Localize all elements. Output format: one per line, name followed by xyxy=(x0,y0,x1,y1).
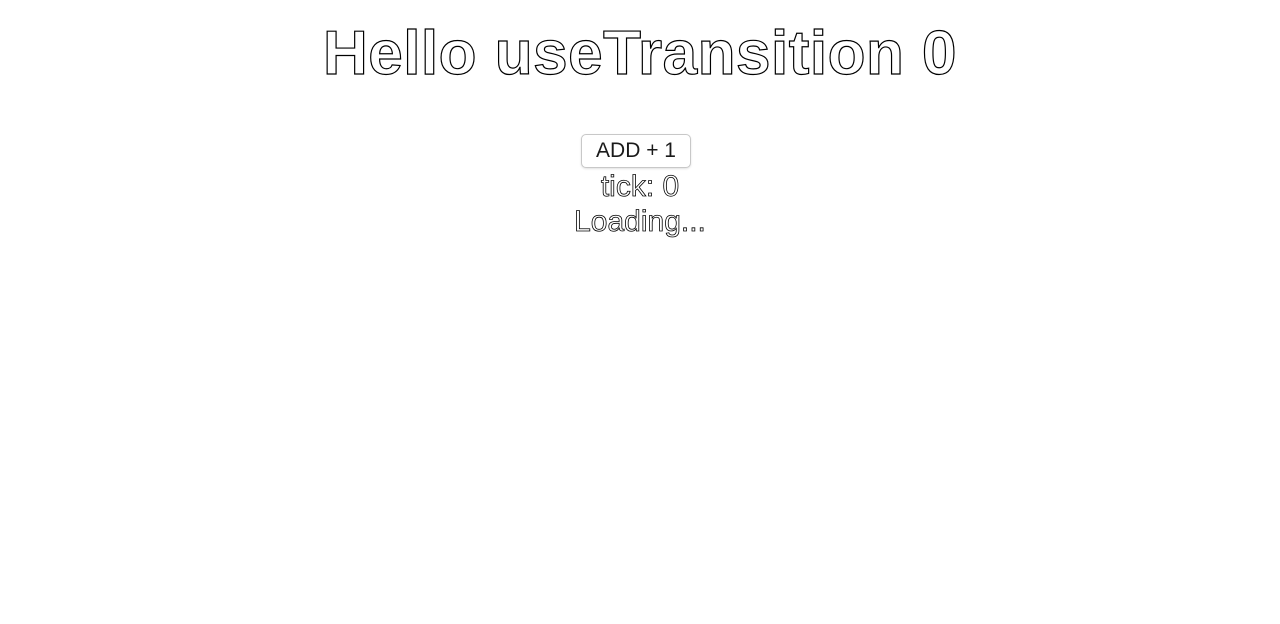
tick-counter-text: tick: 0 xyxy=(600,170,680,204)
loading-indicator-text: Loading... xyxy=(574,205,707,239)
app-root: Hello useTransition 0 ADD + 1 tick: 0 Lo… xyxy=(0,0,1280,624)
add-one-button[interactable]: ADD + 1 xyxy=(581,134,691,168)
page-title: Hello useTransition 0 xyxy=(322,18,958,88)
